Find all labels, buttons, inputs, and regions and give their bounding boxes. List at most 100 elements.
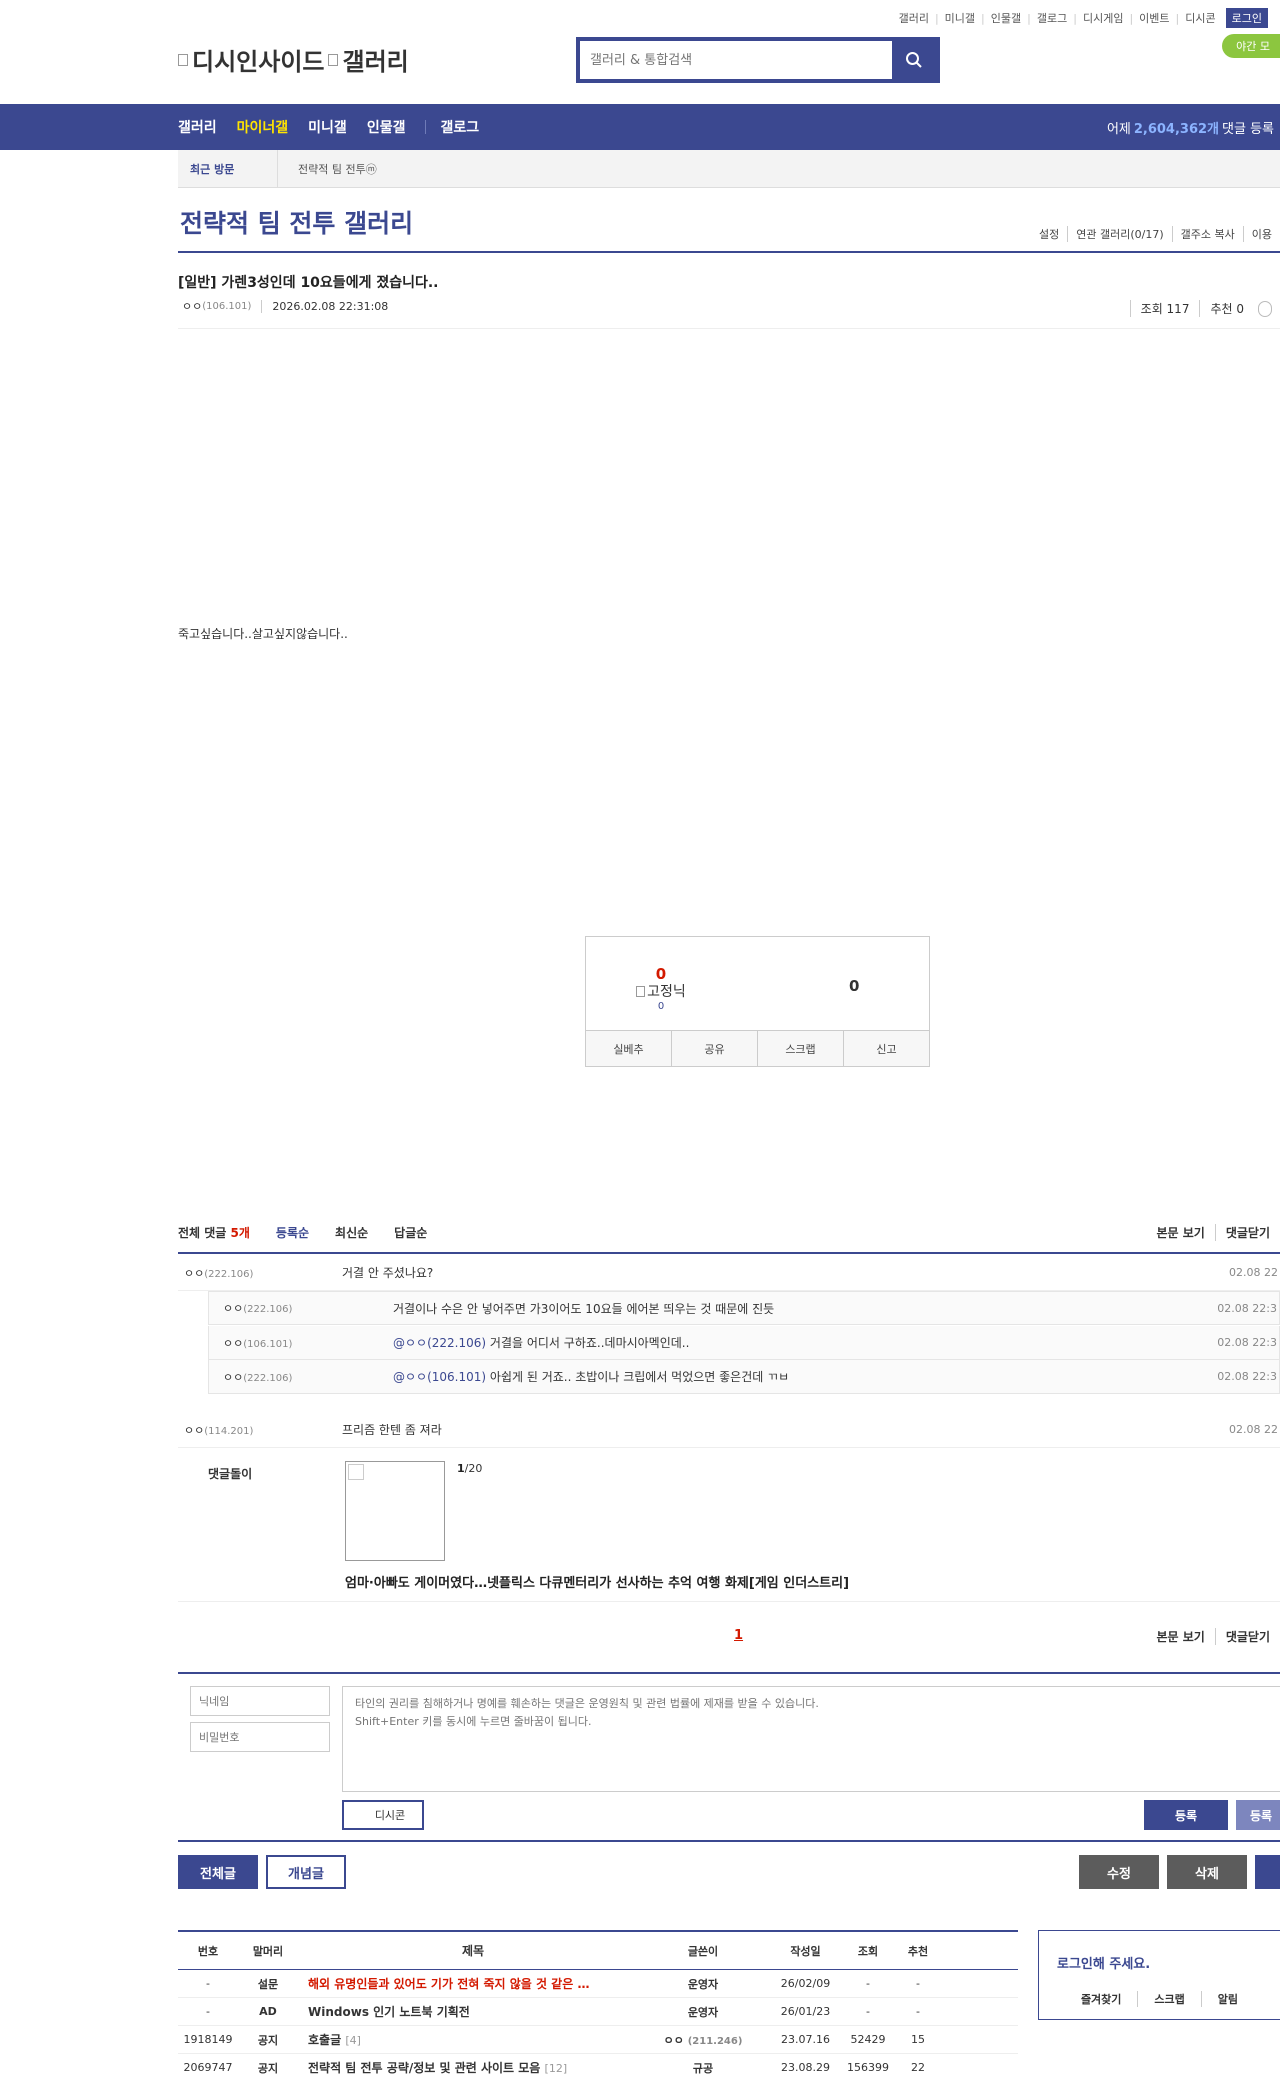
row-writer[interactable]: 운영자 <box>638 1976 768 1992</box>
more-icon[interactable] <box>1258 300 1272 317</box>
util-minor[interactable]: 미니갤 <box>945 10 975 26</box>
nav-gallog[interactable]: 갤로그 <box>440 117 479 137</box>
header-subject[interactable]: 말머리 <box>238 1943 298 1959</box>
dolgi-thumbnail[interactable] <box>345 1461 445 1561</box>
row-subject: AD <box>259 2005 277 2018</box>
util-gallog[interactable]: 갤로그 <box>1037 10 1067 26</box>
submit-recommend-button[interactable]: 등록 <box>1236 1800 1280 1830</box>
row-views: - <box>866 1977 870 1990</box>
comment-textarea[interactable] <box>342 1686 1280 1792</box>
row-writer-text: 규공 <box>692 2061 714 2075</box>
best-recommend-button[interactable]: 실베추 <box>586 1031 671 1066</box>
reply-mention[interactable]: @ㅇㅇ(222.106) <box>393 1336 486 1350</box>
dccon-label: 디시콘 <box>374 1809 406 1822</box>
util-person[interactable]: 인물갤 <box>991 10 1021 26</box>
util-dcgame[interactable]: 디시게임 <box>1083 10 1123 26</box>
post-writer[interactable]: ㅇㅇ <box>182 298 202 314</box>
broken-image-icon <box>636 985 646 997</box>
row-writer-text: ㅇㅇ <box>663 2033 684 2047</box>
util-dccon[interactable]: 디시콘 <box>1185 10 1215 26</box>
main-nav: 갤러리 마이너갤 미니갤 인물갤 갤로그 어제 2,604,362개 댓글 등록 <box>0 104 1280 150</box>
close-comments-button[interactable]: 댓글닫기 <box>1214 1224 1280 1241</box>
write-button[interactable] <box>1255 1855 1280 1889</box>
row-views: 52429 <box>850 2033 886 2046</box>
nickname-field[interactable] <box>190 1686 330 1716</box>
related-galleries[interactable]: 연관 갤러리(0/17) <box>1067 226 1171 242</box>
stat-count: 2,604,362개 <box>1133 121 1220 137</box>
gallery-usage[interactable]: 이용 <box>1242 226 1280 242</box>
nav-minor-gallery[interactable]: 마이너갤 <box>237 117 289 137</box>
comment-write-box: 디시콘 등록 등록 <box>178 1672 1280 1842</box>
header-views: 조회 <box>857 1944 879 1958</box>
row-title[interactable]: 호출글 [4] <box>298 2031 638 2048</box>
share-button[interactable]: 공유 <box>671 1031 757 1066</box>
password-field[interactable] <box>190 1722 330 1752</box>
login-button[interactable]: 로그인 <box>1225 8 1268 28</box>
gallery-settings[interactable]: 설정 <box>1031 226 1067 242</box>
row-title[interactable]: 해외 유명인들과 있어도 기가 전혀 죽지 않을 것 같은 … <box>298 1975 638 1992</box>
list-row[interactable]: - AD Windows 인기 노트북 기획전 운영자 26/01/23 - - <box>178 1998 1018 2026</box>
login-message[interactable]: 로그인해 주세요. <box>1057 1953 1150 1972</box>
row-writer[interactable]: 규공 <box>638 2060 768 2075</box>
comment-nick[interactable]: ㅇㅇ(114.201) <box>178 1422 342 1438</box>
row-date: 26/01/23 <box>780 2005 831 2018</box>
site-logo[interactable]: 디시인사이드 갤러리 <box>178 42 409 77</box>
dccon-button[interactable]: 디시콘 <box>342 1800 424 1830</box>
delete-button[interactable]: 삭제 <box>1167 1855 1247 1889</box>
sort-registered[interactable]: 등록순 <box>276 1224 309 1241</box>
dolgi-page-current: 1 <box>457 1462 465 1475</box>
alarm-link[interactable]: 알림 <box>1200 1991 1254 2007</box>
fixnick-text: 고정닉 <box>647 984 686 1000</box>
edit-button[interactable]: 수정 <box>1079 1855 1159 1889</box>
header-date: 작성일 <box>790 1944 821 1958</box>
recent-visit-item[interactable]: 전략적 팀 전투ⓜ <box>298 161 377 177</box>
nav-gallery[interactable]: 갤러리 <box>178 117 217 137</box>
list-row[interactable]: 2069747 공지 전략적 팀 전투 공략/정보 및 관련 사이트 모음 [1… <box>178 2054 1018 2075</box>
broken-image-icon <box>348 1464 364 1480</box>
concept-posts-button[interactable]: 개념글 <box>266 1855 346 1889</box>
row-title[interactable]: Windows 인기 노트북 기획전 <box>298 2003 638 2020</box>
row-num: 1918149 <box>183 2033 233 2046</box>
recommend-down[interactable]: 0 <box>849 977 859 995</box>
nav-mini-gallery[interactable]: 미니갤 <box>308 117 347 137</box>
recent-visit-label[interactable]: 최근 방문 <box>178 149 278 188</box>
reply-nick[interactable]: ㅇㅇ(106.101) <box>209 1335 393 1351</box>
post-title: [일반] 가렌3성인데 10요들에게 졌습니다.. <box>178 275 439 291</box>
nick-ip: (106.101) <box>243 1338 293 1350</box>
comment-nick[interactable]: ㅇㅇ(222.106) <box>178 1265 342 1281</box>
scrap-button[interactable]: 스크랩 <box>757 1031 843 1066</box>
comment-page-1[interactable]: 1 <box>734 1628 743 1643</box>
util-gallery[interactable]: 갤러리 <box>899 10 929 26</box>
row-writer[interactable]: ㅇㅇ (211.246) <box>638 2032 768 2048</box>
copy-gallery-address[interactable]: 갤주소 복사 <box>1171 226 1243 242</box>
sort-latest[interactable]: 최신순 <box>335 1224 368 1241</box>
nick-text: ㅇㅇ <box>223 1336 244 1350</box>
reply-nick[interactable]: ㅇㅇ(222.106) <box>209 1300 393 1316</box>
dolgi-title[interactable]: 엄마·아빠도 게이머였다…넷플릭스 다큐멘터리가 선사하는 추억 여행 화제[게… <box>345 1572 849 1591</box>
all-posts-button[interactable]: 전체글 <box>178 1855 258 1889</box>
submit-comment-button[interactable]: 등록 <box>1144 1800 1228 1830</box>
report-button[interactable]: 신고 <box>843 1031 929 1066</box>
sort-replies[interactable]: 답글순 <box>394 1224 427 1241</box>
bookmark-link[interactable]: 즐겨찾기 <box>1065 1991 1137 2007</box>
row-date: 26/02/09 <box>780 1977 831 1990</box>
search-input[interactable] <box>580 41 892 79</box>
view-body-button[interactable]: 본문 보기 <box>1146 1628 1214 1645</box>
comment-header: 전체 댓글 5개 등록순 최신순 답글순 본문 보기 댓글닫기 <box>178 1224 1280 1241</box>
search-button[interactable] <box>892 41 936 79</box>
row-writer[interactable]: 운영자 <box>638 2004 768 2020</box>
list-row[interactable]: - 설문 해외 유명인들과 있어도 기가 전혀 죽지 않을 것 같은 … 운영자… <box>178 1970 1018 1998</box>
gallery-title[interactable]: 전략적 팀 전투 갤러리 <box>180 204 413 240</box>
view-body-button[interactable]: 본문 보기 <box>1146 1224 1214 1241</box>
util-event[interactable]: 이벤트 <box>1139 10 1169 26</box>
reply-nick[interactable]: ㅇㅇ(222.106) <box>209 1369 393 1385</box>
night-mode-toggle[interactable]: 야간 모 <box>1222 34 1280 58</box>
scrap-link[interactable]: 스크랩 <box>1137 1991 1200 2007</box>
nav-person-gallery[interactable]: 인물갤 <box>367 117 406 137</box>
recommend-up[interactable]: 0 고정닉 0 <box>626 965 696 1012</box>
list-row[interactable]: 1918149 공지 호출글 [4] ㅇㅇ (211.246) 23.07.16… <box>178 2026 1018 2054</box>
row-title[interactable]: 전략적 팀 전투 공략/정보 및 관련 사이트 모음 [12] <box>298 2059 638 2075</box>
close-comments-button[interactable]: 댓글닫기 <box>1214 1628 1280 1645</box>
login-box: 로그인해 주세요. 즐겨찾기 스크랩 알림 <box>1038 1930 1280 2020</box>
reply-mention[interactable]: @ㅇㅇ(106.101) <box>393 1370 486 1384</box>
